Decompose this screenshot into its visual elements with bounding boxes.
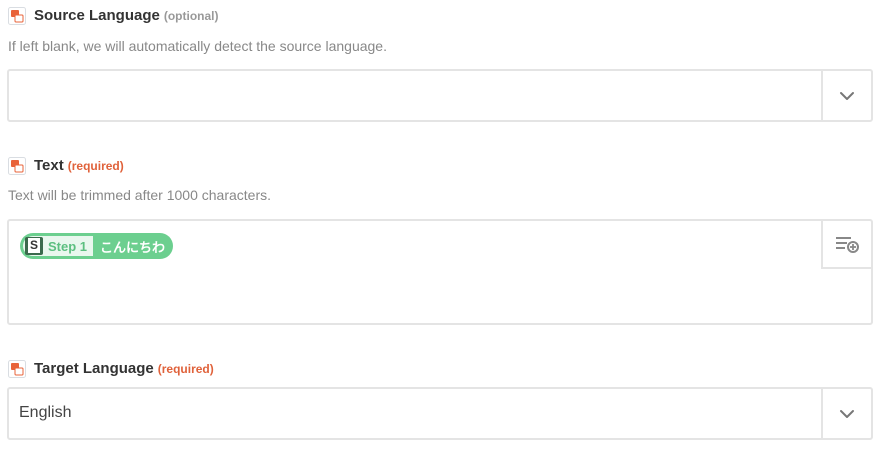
required-tag: (required) <box>67 159 124 173</box>
optional-tag: (optional) <box>163 9 219 23</box>
source-language-label: Source Language (optional) <box>34 7 219 24</box>
translate-app-icon <box>8 7 26 25</box>
required-tag: (required) <box>157 362 214 376</box>
source-language-dropdown-button[interactable] <box>821 71 871 120</box>
chevron-down-icon <box>840 409 854 418</box>
translate-app-icon <box>8 360 26 378</box>
insert-field-button[interactable] <box>821 221 871 269</box>
token-value: こんにちわ <box>100 240 166 256</box>
source-language-select[interactable] <box>7 69 873 122</box>
translate-app-icon <box>8 157 26 175</box>
chevron-down-icon <box>840 91 854 100</box>
text-help: Text will be trimmed after 1000 characte… <box>8 187 271 203</box>
target-language-value: English <box>19 404 72 421</box>
target-language-dropdown-button[interactable] <box>821 389 871 438</box>
token-step-label: Step 1 <box>48 238 88 254</box>
source-language-help: If left blank, we will automatically det… <box>8 38 387 54</box>
target-language-select[interactable]: English <box>7 387 873 440</box>
step-token[interactable]: S Step 1 こんにちわ <box>20 233 174 259</box>
target-language-label: Target Language (required) <box>34 360 214 377</box>
text-label: Text (required) <box>34 157 124 174</box>
s-app-icon: S <box>25 237 43 255</box>
insert-field-icon <box>836 237 859 253</box>
text-input[interactable]: S Step 1 こんにちわ <box>7 219 873 325</box>
